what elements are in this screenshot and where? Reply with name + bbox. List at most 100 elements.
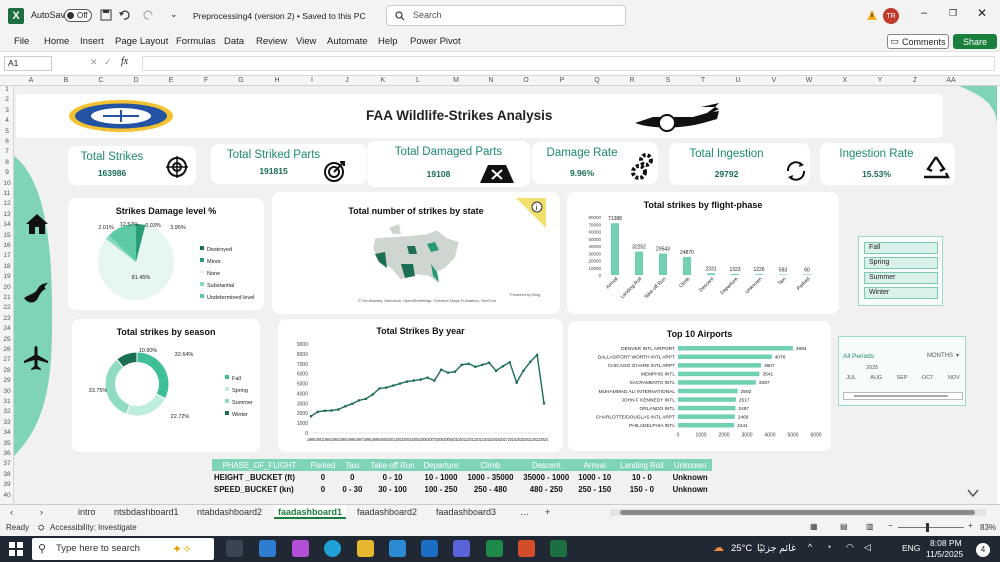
- column-header[interactable]: S: [658, 76, 678, 86]
- row-header[interactable]: 12: [0, 200, 14, 207]
- tab-ntabdashboard2[interactable]: ntabdashboard2: [197, 507, 262, 517]
- column-header[interactable]: M: [446, 76, 466, 86]
- row-header[interactable]: 10: [0, 180, 14, 187]
- accessibility-status[interactable]: Accessibility: Investigate: [50, 523, 137, 532]
- table-header-cell[interactable]: Departure: [419, 459, 463, 471]
- column-header[interactable]: O: [516, 76, 536, 86]
- bird-icon[interactable]: [22, 280, 52, 306]
- menu-insert[interactable]: Insert: [80, 36, 104, 47]
- teams-icon[interactable]: [453, 540, 470, 557]
- name-box[interactable]: A1: [4, 56, 52, 71]
- cancel-icon[interactable]: ✕: [90, 57, 98, 68]
- column-header[interactable]: Z: [905, 76, 925, 86]
- row-header[interactable]: 24: [0, 325, 14, 332]
- row-header[interactable]: 2: [0, 96, 14, 103]
- notification-badge[interactable]: 4: [976, 543, 990, 557]
- slicer-winter[interactable]: Winter: [864, 287, 938, 299]
- zoom-out-icon[interactable]: −: [888, 521, 893, 530]
- table-cell[interactable]: HEIGHT _BUCKET (ft): [212, 471, 307, 483]
- normal-view-icon[interactable]: ▦: [810, 522, 818, 531]
- edge-icon[interactable]: [324, 540, 341, 557]
- tab-prev-icon[interactable]: ‹: [10, 507, 13, 517]
- table-header-cell[interactable]: Climb: [462, 459, 519, 471]
- row-header[interactable]: 31: [0, 398, 14, 405]
- chevron-down-icon[interactable]: ▾: [956, 352, 959, 359]
- column-header[interactable]: X: [835, 76, 855, 86]
- menu-file[interactable]: File: [14, 36, 29, 47]
- add-sheet-icon[interactable]: +: [545, 507, 550, 517]
- table-header-cell[interactable]: PHASE_OF_FLIGHT: [212, 459, 307, 471]
- row-header[interactable]: 3: [0, 107, 14, 114]
- column-header[interactable]: B: [56, 76, 76, 86]
- column-header[interactable]: H: [267, 76, 287, 86]
- timeline-month[interactable]: AUG: [870, 375, 882, 381]
- menu-review[interactable]: Review: [256, 36, 287, 47]
- tab-faadashboard2[interactable]: faadashboard2: [357, 507, 417, 517]
- comments-button[interactable]: ▭ Comments: [887, 34, 949, 49]
- row-header[interactable]: 7: [0, 148, 14, 155]
- home-icon[interactable]: [24, 212, 50, 236]
- tab-ntsbdashboard1[interactable]: ntsbdashboard1: [114, 507, 179, 517]
- column-header[interactable]: I: [302, 76, 322, 86]
- table-header-cell[interactable]: Unknown: [668, 459, 712, 471]
- table-cell[interactable]: 0: [339, 471, 366, 483]
- row-header[interactable]: 36: [0, 450, 14, 457]
- table-cell[interactable]: 100 - 250: [419, 483, 462, 495]
- row-header[interactable]: 4: [0, 117, 14, 124]
- search-box[interactable]: Search: [386, 5, 626, 26]
- slicer-spring[interactable]: Spring: [864, 257, 938, 269]
- share-button[interactable]: Share: [953, 34, 997, 49]
- minimize-icon[interactable]: –: [921, 7, 927, 19]
- row-header[interactable]: 20: [0, 284, 14, 291]
- menu-page-layout[interactable]: Page Layout: [115, 36, 168, 47]
- table-cell[interactable]: 35000 - 1000: [518, 471, 574, 483]
- save-icon[interactable]: [100, 9, 112, 21]
- table-header-cell[interactable]: Take-off Run: [365, 459, 420, 471]
- row-header[interactable]: 13: [0, 211, 14, 218]
- table-cell[interactable]: 250 - 150: [574, 483, 615, 495]
- document-title[interactable]: Preprocessing4 (version 2) • Saved to th…: [193, 11, 366, 21]
- column-header[interactable]: C: [91, 76, 111, 86]
- menu-formulas[interactable]: Formulas: [176, 36, 216, 47]
- table-cell[interactable]: 0 - 30: [339, 483, 366, 495]
- zoom-in-icon[interactable]: +: [968, 521, 973, 530]
- horizontal-scrollbar[interactable]: [610, 509, 986, 516]
- table-cell[interactable]: 0: [307, 471, 339, 483]
- taskbar-search[interactable]: ⚲ Type here to search ✦✧: [32, 538, 214, 560]
- column-header[interactable]: K: [373, 76, 393, 86]
- table-cell[interactable]: SPEED_BUCKET (kn): [212, 483, 307, 495]
- slicer-summer[interactable]: Summer: [864, 272, 938, 284]
- column-header[interactable]: G: [231, 76, 251, 86]
- column-header[interactable]: L: [408, 76, 428, 86]
- timeline-month[interactable]: OCT: [922, 375, 934, 381]
- row-header[interactable]: 11: [0, 190, 14, 197]
- table-cell[interactable]: 30 - 100: [366, 483, 420, 495]
- table-header-cell[interactable]: Parked: [306, 459, 339, 471]
- row-header[interactable]: 22: [0, 304, 14, 311]
- row-header[interactable]: 25: [0, 336, 14, 343]
- column-header[interactable]: P: [552, 76, 572, 86]
- fx-icon[interactable]: fx: [121, 56, 128, 67]
- column-header[interactable]: Y: [870, 76, 890, 86]
- tab-faadashboard1[interactable]: faadashboard1: [274, 505, 347, 519]
- menu-home[interactable]: Home: [44, 36, 69, 47]
- timeline-unit[interactable]: MONTHS: [927, 353, 953, 359]
- undo-icon[interactable]: [118, 9, 130, 21]
- restore-icon[interactable]: ❐: [949, 8, 957, 19]
- row-header[interactable]: 34: [0, 429, 14, 436]
- excel-taskbar-icon[interactable]: [486, 540, 503, 557]
- row-header[interactable]: 23: [0, 315, 14, 322]
- column-header[interactable]: W: [799, 76, 819, 86]
- excel-alt-icon[interactable]: [550, 540, 567, 557]
- timeline-period[interactable]: All Periods: [843, 353, 874, 360]
- map-info-icon[interactable]: i: [516, 198, 546, 228]
- weather-temp[interactable]: 25°C: [731, 543, 752, 554]
- row-header[interactable]: 39: [0, 481, 14, 488]
- table-header-cell[interactable]: Descent: [518, 459, 575, 471]
- menu-view[interactable]: View: [296, 36, 316, 47]
- table-cell[interactable]: 480 - 250: [518, 483, 574, 495]
- row-header[interactable]: 1: [0, 86, 14, 93]
- row-header[interactable]: 14: [0, 221, 14, 228]
- formula-input[interactable]: [142, 56, 995, 71]
- scroll-down-icon[interactable]: [966, 486, 980, 500]
